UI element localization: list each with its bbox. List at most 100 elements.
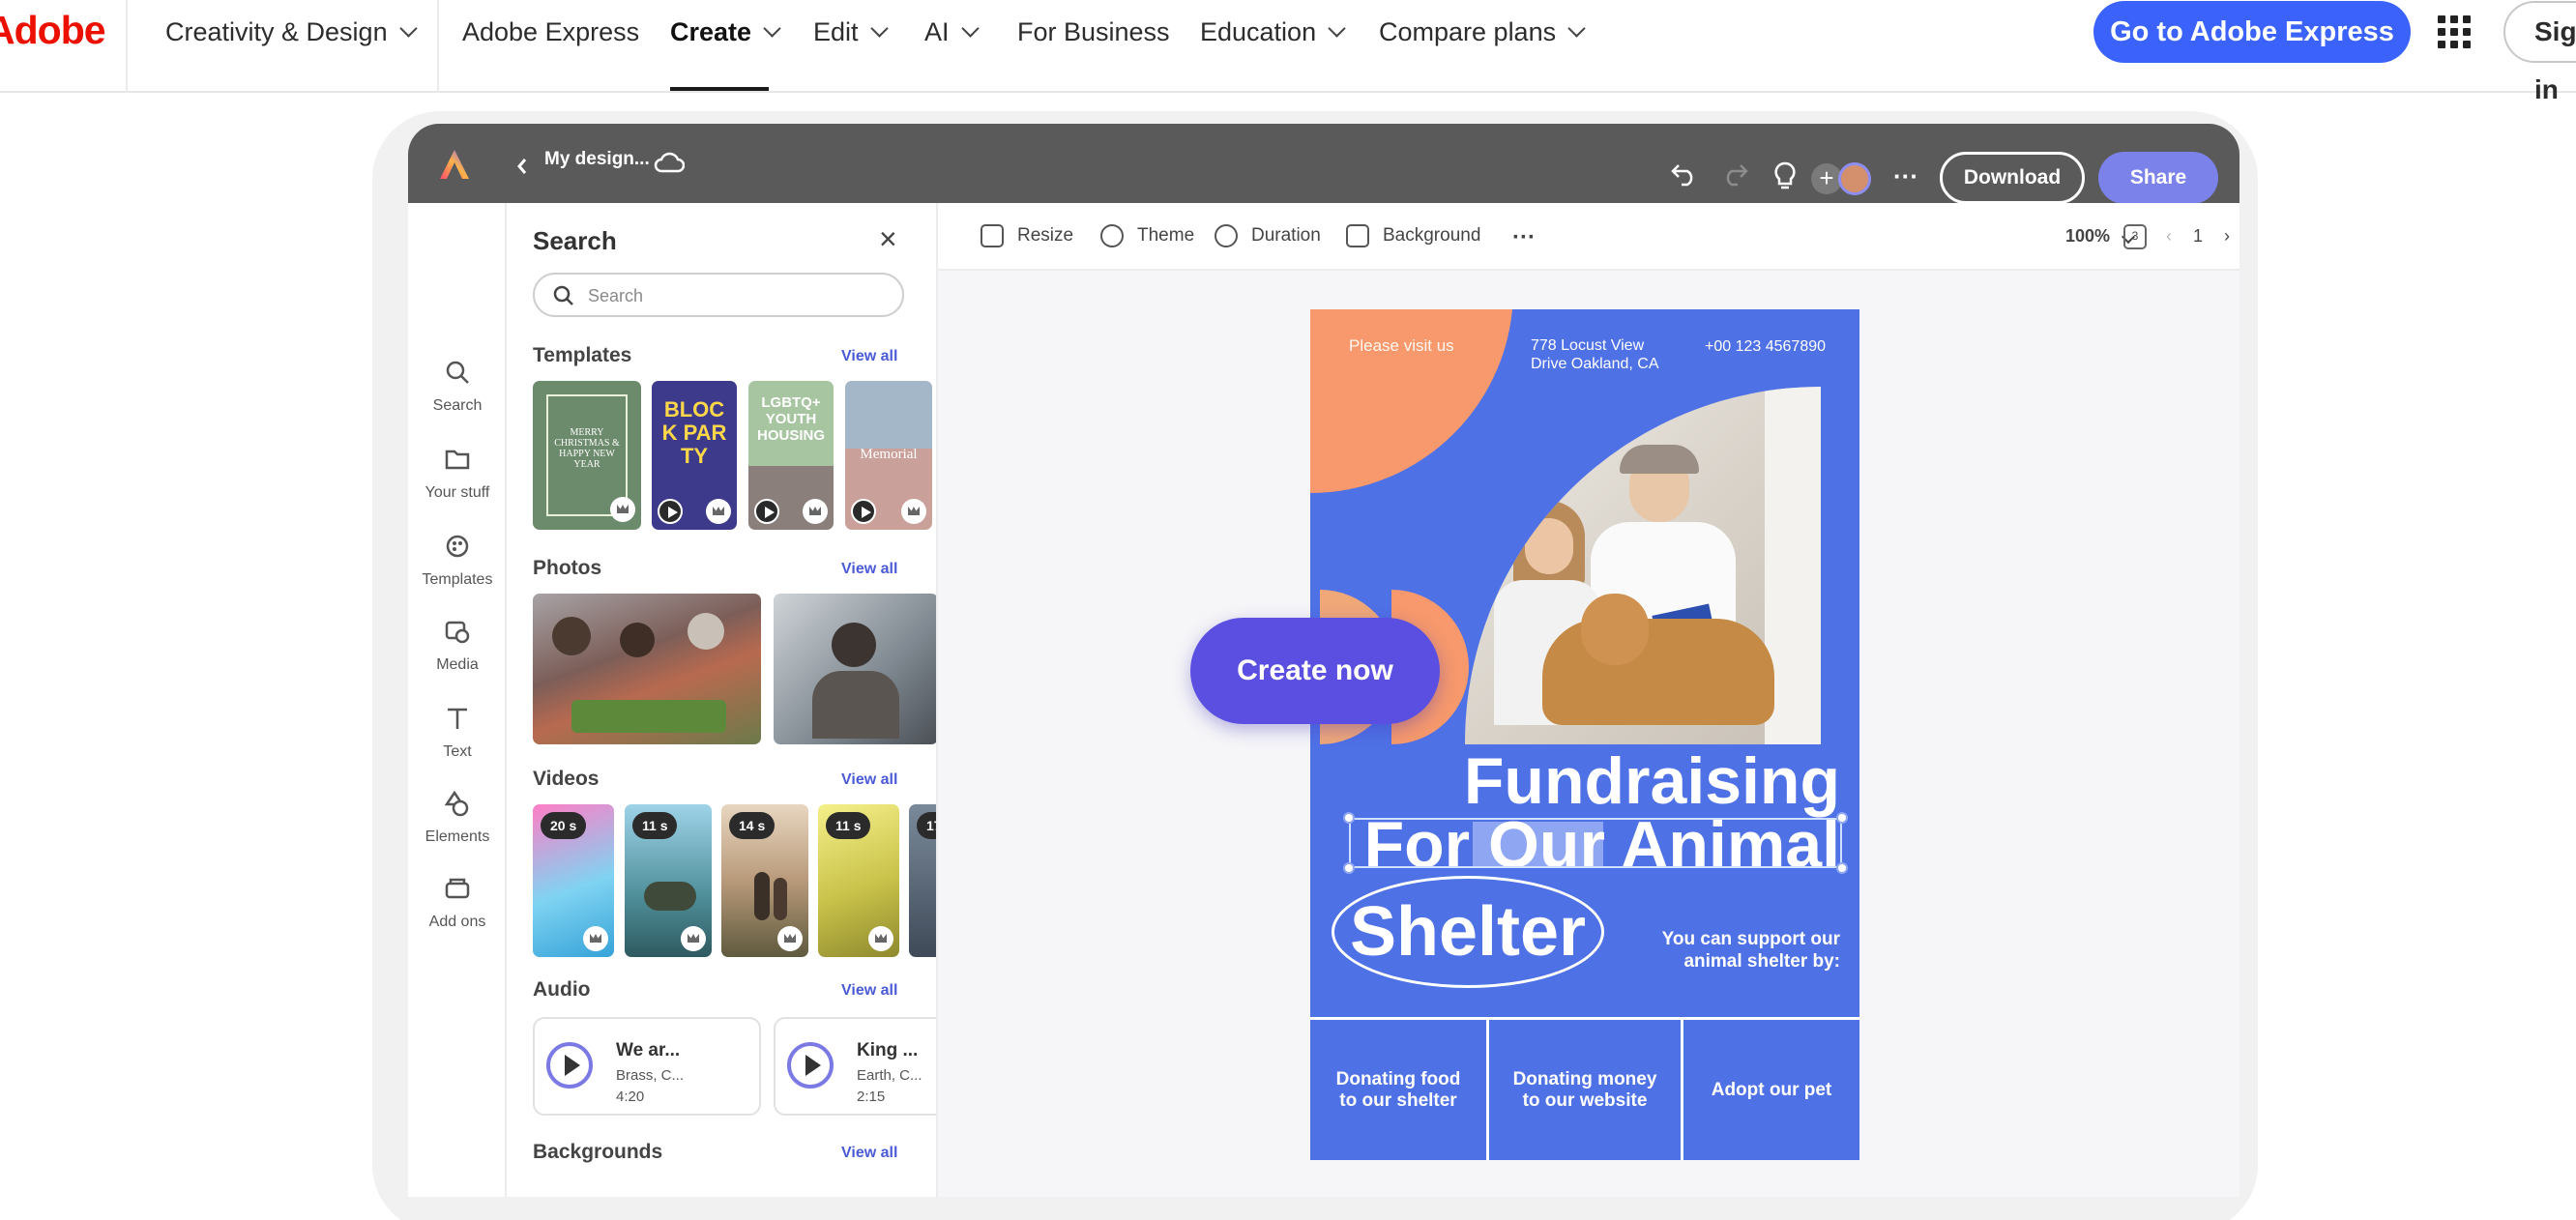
nav-education[interactable]: Education: [1200, 15, 1346, 49]
rail-templates[interactable]: Templates: [408, 532, 507, 589]
cell-line: to our shelter: [1339, 1089, 1457, 1111]
play-icon[interactable]: [546, 1042, 593, 1089]
nav-creativity-design[interactable]: Creativity & Design: [165, 15, 418, 49]
video-duration: 20 s: [541, 812, 587, 839]
close-icon[interactable]: ×: [879, 223, 897, 254]
redo-icon[interactable]: [1717, 157, 1752, 191]
photos-view-all[interactable]: View all: [841, 561, 897, 578]
rail-your-stuff[interactable]: Your stuff: [408, 445, 507, 502]
express-logo-icon[interactable]: [437, 147, 472, 182]
next-page-icon[interactable]: ›: [2224, 226, 2230, 246]
rail-media[interactable]: Media: [408, 617, 507, 674]
template-thumb[interactable]: LGBTQ+ YOUTH HOUSING: [748, 381, 834, 530]
nav-adobe-express[interactable]: Adobe Express: [462, 15, 639, 49]
duration-button[interactable]: Duration: [1215, 224, 1321, 247]
rail-elements[interactable]: Elements: [408, 789, 507, 846]
search-input[interactable]: Search: [533, 273, 904, 317]
video-thumb[interactable]: 17: [909, 804, 936, 957]
poster-support-text[interactable]: You can support our animal shelter by:: [1600, 928, 1840, 973]
more-options-icon[interactable]: ···: [1888, 159, 1923, 193]
download-button[interactable]: Download: [1940, 152, 2085, 204]
resize-handle[interactable]: [1836, 862, 1848, 874]
poster-headline-3[interactable]: Shelter: [1332, 876, 1604, 988]
photos-heading: Photos: [533, 557, 602, 579]
create-now-button[interactable]: Create now: [1190, 618, 1440, 724]
resize-handle[interactable]: [1836, 812, 1848, 824]
rail-label: Media: [436, 656, 479, 673]
pages-icon[interactable]: 3: [2123, 224, 2147, 249]
media-icon: [445, 621, 470, 644]
video-duration: 14 s: [729, 812, 776, 839]
background-button[interactable]: Background: [1346, 224, 1480, 247]
prev-page-icon[interactable]: ‹: [2166, 226, 2172, 246]
premium-crown-icon: [777, 926, 803, 951]
nav-for-business[interactable]: For Business: [1017, 15, 1170, 49]
sign-in-button[interactable]: Sign in: [2503, 1, 2576, 104]
poster-photo[interactable]: [1465, 387, 1821, 744]
poster-cell-money[interactable]: Donating money to our website: [1489, 1020, 1681, 1160]
play-icon: [754, 499, 779, 524]
nav-edit[interactable]: Edit: [813, 15, 889, 49]
nav-label: AI: [924, 16, 950, 46]
nav-label: Edit: [813, 16, 859, 46]
more-options-icon[interactable]: ···: [1512, 224, 1536, 251]
undo-icon[interactable]: [1667, 157, 1702, 191]
avatar[interactable]: [1838, 162, 1871, 195]
nav-compare-plans[interactable]: Compare plans: [1379, 15, 1586, 49]
poster-cell-food[interactable]: Donating food to our shelter: [1310, 1020, 1486, 1160]
resize-handle[interactable]: [1343, 862, 1355, 874]
background-icon: [1346, 224, 1369, 247]
video-thumb[interactable]: 20 s: [533, 804, 614, 957]
poster-phone[interactable]: +00 123 4567890: [1705, 338, 1826, 356]
resize-button[interactable]: Resize: [981, 224, 1073, 247]
video-thumb[interactable]: 11 s: [625, 804, 712, 957]
rail-add-ons[interactable]: Add ons: [408, 874, 507, 931]
rail-label: Your stuff: [424, 484, 490, 501]
poster-address[interactable]: 778 Locust View Drive Oakland, CA: [1531, 336, 1659, 373]
template-thumb[interactable]: Memorial: [845, 381, 932, 530]
panel-title: Search: [533, 226, 617, 255]
resize-handle[interactable]: [1343, 812, 1355, 824]
video-thumb[interactable]: 14 s: [721, 804, 808, 957]
nav-label: Create: [670, 16, 752, 46]
nav-ai[interactable]: AI: [924, 15, 980, 49]
theme-button[interactable]: Theme: [1100, 224, 1194, 247]
audio-card[interactable]: We ar... Brass, C... 4:20: [533, 1017, 761, 1116]
template-thumb[interactable]: BLOCK PARTY: [652, 381, 737, 530]
design-name[interactable]: My design...: [544, 149, 650, 170]
template-thumb[interactable]: MERRY CHRISTMAS & HAPPY NEW YEAR: [533, 381, 641, 530]
photo-thumb[interactable]: [533, 594, 761, 744]
poster-headline-1[interactable]: Fundraising: [1310, 746, 1840, 816]
rail-search[interactable]: Search: [408, 358, 507, 415]
share-button[interactable]: Share: [2098, 152, 2218, 204]
rail-text[interactable]: Text: [408, 704, 507, 761]
text-selection-box[interactable]: [1349, 818, 1842, 868]
play-icon[interactable]: [787, 1042, 834, 1089]
canvas-toolbar: Resize Theme Duration Background ··· 100…: [938, 203, 2239, 271]
back-icon[interactable]: [505, 149, 540, 184]
active-tab-indicator: [670, 87, 769, 91]
nav-create[interactable]: Create: [670, 15, 781, 49]
poster-canvas[interactable]: Please visit us 778 Locust View Drive Oak…: [1310, 309, 1859, 1160]
nav-label: For Business: [1017, 16, 1170, 46]
lightbulb-icon[interactable]: [1768, 159, 1802, 193]
adobe-logo[interactable]: Adobe: [0, 8, 106, 53]
photo-thumb[interactable]: [774, 594, 936, 744]
poster-visit-text[interactable]: Please visit us: [1349, 336, 1454, 356]
premium-crown-icon: [583, 926, 608, 951]
go-to-adobe-express-button[interactable]: Go to Adobe Express: [2093, 1, 2411, 63]
support-line: animal shelter by:: [1683, 951, 1840, 972]
backgrounds-view-all[interactable]: View all: [841, 1145, 897, 1162]
apps-grid-icon[interactable]: [2438, 15, 2471, 48]
video-thumb[interactable]: 11 s: [818, 804, 899, 957]
cloud-icon: [652, 145, 687, 180]
audio-card[interactable]: King ... Earth, C... 2:15: [774, 1017, 936, 1116]
audio-view-all[interactable]: View all: [841, 982, 897, 1000]
chevron-down-icon: [960, 18, 980, 38]
toolbar-label: Background: [1383, 225, 1481, 246]
videos-view-all[interactable]: View all: [841, 771, 897, 789]
templates-view-all[interactable]: View all: [841, 348, 897, 365]
video-duration: 11 s: [826, 812, 871, 839]
poster-cell-adopt[interactable]: Adopt our pet: [1683, 1020, 1859, 1160]
video-duration: 17: [917, 812, 936, 839]
